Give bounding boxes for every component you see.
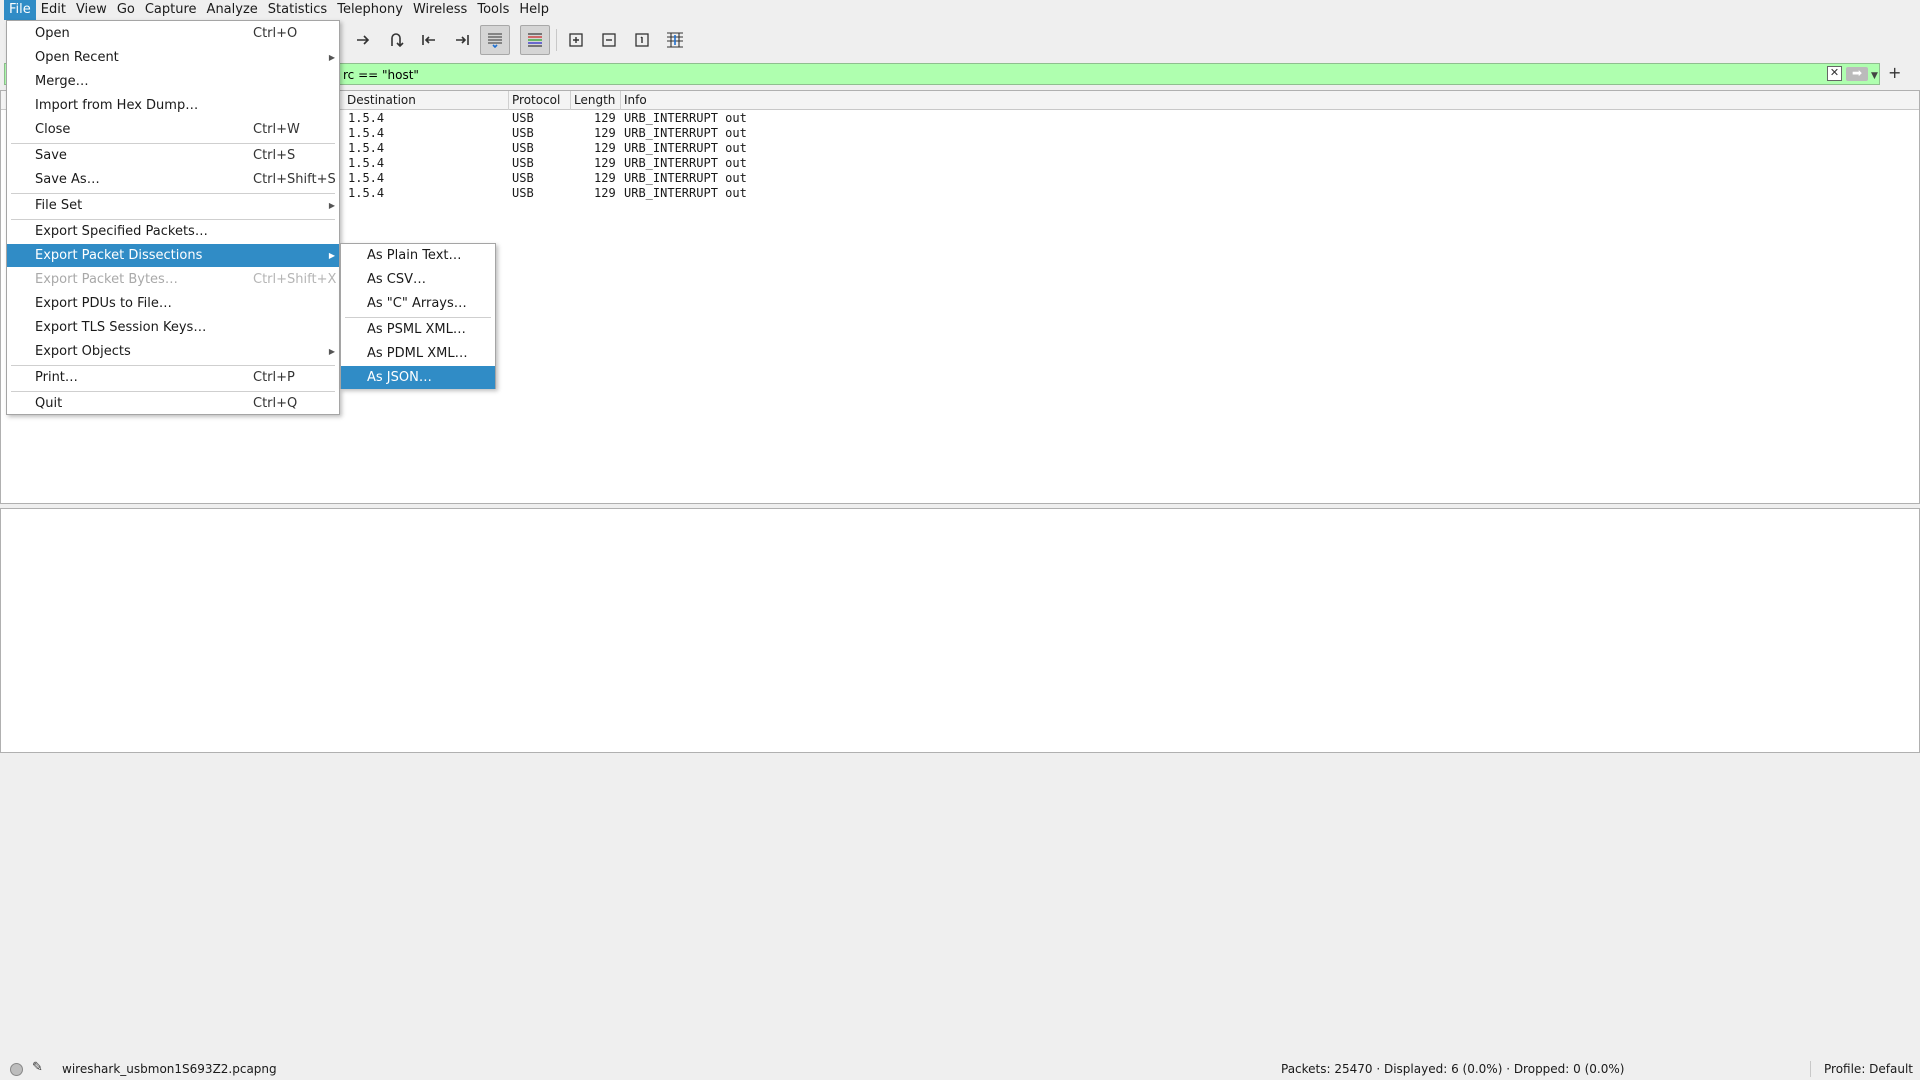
status-bar: ✎ wireshark_usbmon1S693Z2.pcapng Packets…	[0, 1058, 1920, 1080]
cell-destination: 1.5.4	[348, 141, 385, 155]
zoom-out-icon[interactable]	[594, 25, 624, 55]
menu-item-export-specified-packets[interactable]: Export Specified Packets…	[7, 220, 339, 243]
filter-history-dropdown-icon[interactable]: ▼	[1871, 66, 1878, 84]
cell-destination: 1.5.4	[348, 186, 385, 200]
cell-length: 129	[594, 156, 616, 170]
cell-length: 129	[594, 126, 616, 140]
capture-comment-edit-icon[interactable]: ✎	[32, 1060, 43, 1075]
column-protocol[interactable]: Protocol	[509, 91, 571, 110]
menu-item-open[interactable]: Open Ctrl+O	[7, 22, 339, 45]
column-length[interactable]: Length	[571, 91, 621, 110]
submenu-arrow-icon: ▶	[328, 201, 335, 210]
submenu-arrow-icon: ▶	[328, 53, 335, 62]
cell-protocol: USB	[512, 141, 534, 155]
resize-columns-icon[interactable]	[660, 25, 690, 55]
menu-item-as-psml-xml[interactable]: As PSML XML…	[341, 318, 495, 341]
cell-destination: 1.5.4	[348, 111, 385, 125]
menu-statistics[interactable]: Statistics	[263, 0, 332, 20]
file-menu: Open Ctrl+O Open Recent ▶ Merge… Import fr…	[6, 20, 340, 415]
cell-length: 129	[594, 141, 616, 155]
menu-item-export-packet-dissections[interactable]: Export Packet Dissections ▶	[7, 244, 339, 267]
menu-tools[interactable]: Tools	[472, 0, 514, 20]
menu-wireless[interactable]: Wireless	[408, 0, 472, 20]
export-dissections-submenu: As Plain Text… As CSV… As "C" Arrays… As…	[340, 243, 496, 389]
menu-view[interactable]: View	[71, 0, 112, 20]
clear-filter-icon[interactable]: ✕	[1827, 66, 1842, 81]
menu-item-merge[interactable]: Merge…	[7, 70, 339, 93]
menu-item-export-packet-bytes[interactable]: Export Packet Bytes… Ctrl+Shift+X	[7, 268, 339, 291]
menu-item-as-plain-text[interactable]: As Plain Text…	[341, 244, 495, 267]
go-to-packet-icon[interactable]	[381, 25, 411, 55]
submenu-arrow-icon: ▶	[328, 347, 335, 356]
autoscroll-icon[interactable]	[480, 25, 510, 55]
menu-item-export-pdus[interactable]: Export PDUs to File…	[7, 292, 339, 315]
menu-file[interactable]: File	[4, 0, 36, 20]
status-packet-counts: Packets: 25470 · Displayed: 6 (0.0%) · D…	[1281, 1062, 1625, 1076]
menu-item-export-objects[interactable]: Export Objects ▶	[7, 340, 339, 363]
cell-info: URB_INTERRUPT out	[624, 186, 747, 200]
cell-info: URB_INTERRUPT out	[624, 156, 747, 170]
go-forward-icon[interactable]	[348, 25, 378, 55]
cell-destination: 1.5.4	[348, 171, 385, 185]
menu-bar: File Edit View Go Capture Analyze Statis…	[0, 0, 1920, 20]
menu-item-as-json[interactable]: As JSON…	[341, 366, 495, 389]
display-filter-text: rc == "host"	[343, 68, 419, 82]
cell-protocol: USB	[512, 111, 534, 125]
cell-info: URB_INTERRUPT out	[624, 171, 747, 185]
menu-item-open-recent[interactable]: Open Recent ▶	[7, 46, 339, 69]
menu-capture[interactable]: Capture	[140, 0, 202, 20]
menu-item-import-hex-dump[interactable]: Import from Hex Dump…	[7, 94, 339, 117]
cell-protocol: USB	[512, 186, 534, 200]
menu-item-close[interactable]: Close Ctrl+W	[7, 118, 339, 141]
cell-length: 129	[594, 111, 616, 125]
menu-edit[interactable]: Edit	[36, 0, 71, 20]
cell-protocol: USB	[512, 171, 534, 185]
menu-item-as-c-arrays[interactable]: As "C" Arrays…	[341, 292, 495, 315]
cell-length: 129	[594, 171, 616, 185]
packet-details-pane[interactable]	[0, 508, 1920, 753]
cell-info: URB_INTERRUPT out	[624, 111, 747, 125]
menu-go[interactable]: Go	[112, 0, 140, 20]
normal-size-icon[interactable]	[627, 25, 657, 55]
column-destination[interactable]: Destination	[344, 91, 509, 110]
submenu-arrow-icon: ▶	[328, 251, 335, 260]
cell-length: 129	[594, 186, 616, 200]
menu-item-as-csv[interactable]: As CSV…	[341, 268, 495, 291]
menu-item-quit[interactable]: Quit Ctrl+Q	[7, 392, 339, 415]
zoom-in-icon[interactable]	[561, 25, 591, 55]
last-packet-icon[interactable]	[447, 25, 477, 55]
status-file-name: wireshark_usbmon1S693Z2.pcapng	[62, 1062, 277, 1076]
cell-info: URB_INTERRUPT out	[624, 141, 747, 155]
menu-analyze[interactable]: Analyze	[202, 0, 263, 20]
colorize-icon[interactable]	[520, 25, 550, 55]
cell-info: URB_INTERRUPT out	[624, 126, 747, 140]
menu-item-print[interactable]: Print… Ctrl+P	[7, 366, 339, 389]
cell-destination: 1.5.4	[348, 156, 385, 170]
menu-help[interactable]: Help	[514, 0, 554, 20]
menu-item-export-tls-keys[interactable]: Export TLS Session Keys…	[7, 316, 339, 339]
cell-protocol: USB	[512, 126, 534, 140]
expert-info-indicator-icon[interactable]	[10, 1063, 23, 1076]
menu-item-as-pdml-xml[interactable]: As PDML XML…	[341, 342, 495, 365]
cell-destination: 1.5.4	[348, 126, 385, 140]
add-filter-button-icon[interactable]: +	[1888, 63, 1901, 82]
menu-item-file-set[interactable]: File Set ▶	[7, 194, 339, 217]
cell-protocol: USB	[512, 156, 534, 170]
first-packet-icon[interactable]	[414, 25, 444, 55]
menu-item-save-as[interactable]: Save As… Ctrl+Shift+S	[7, 168, 339, 191]
column-info[interactable]: Info	[621, 91, 1920, 110]
apply-filter-icon[interactable]: ➡	[1846, 67, 1868, 81]
menu-telephony[interactable]: Telephony	[332, 0, 408, 20]
status-profile[interactable]: Profile: Default	[1824, 1062, 1913, 1076]
menu-item-save[interactable]: Save Ctrl+S	[7, 144, 339, 167]
packet-bytes-area	[0, 755, 1920, 1055]
